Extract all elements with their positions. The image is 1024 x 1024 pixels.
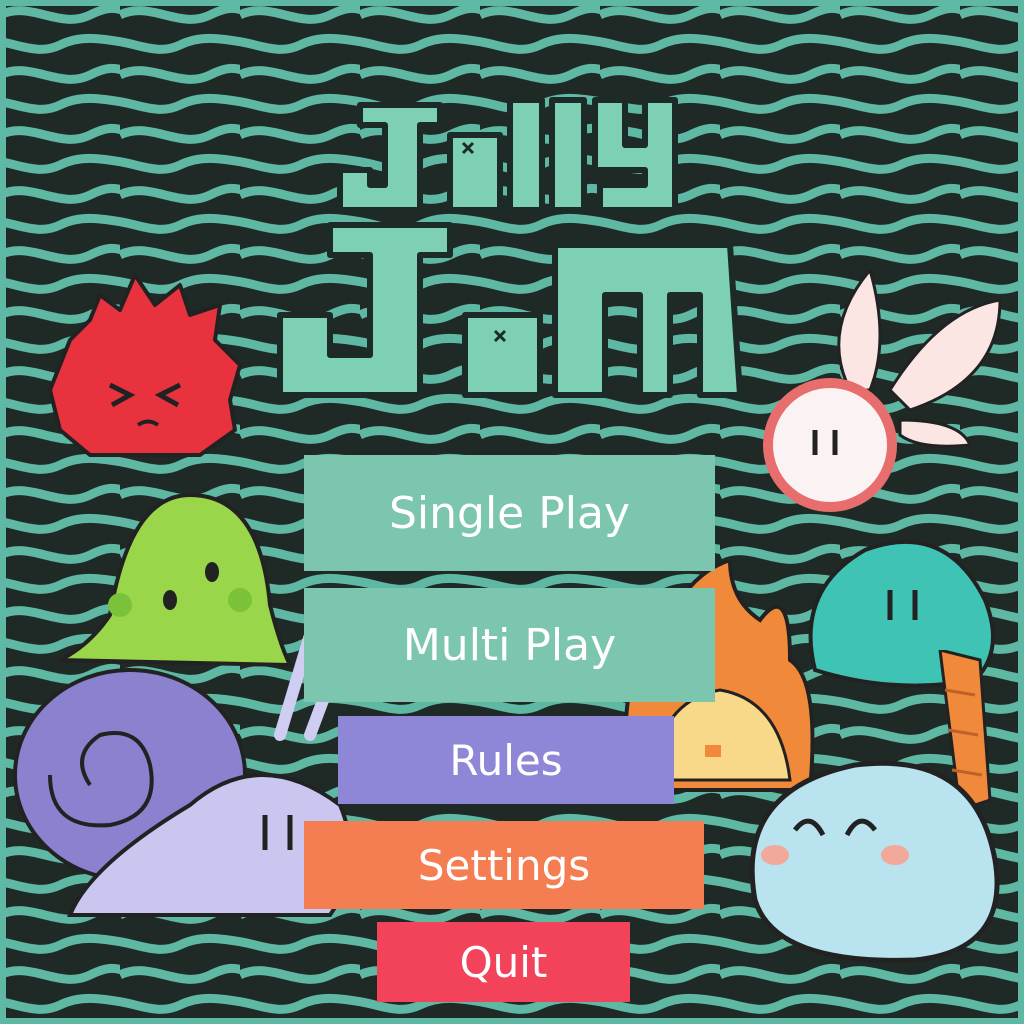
jelly-jam-logo: [277, 97, 743, 398]
settings-button[interactable]: Settings: [304, 821, 704, 909]
red-spiky-jelly-icon: [48, 273, 242, 457]
multi-play-button[interactable]: Multi Play: [304, 588, 715, 702]
single-play-button[interactable]: Single Play: [304, 455, 715, 571]
quit-button[interactable]: Quit: [377, 922, 630, 1002]
white-winged-jelly-icon: [763, 270, 1002, 512]
light-blue-happy-jelly-icon: [749, 760, 1000, 963]
rules-button[interactable]: Rules: [338, 716, 674, 804]
main-menu-screen: Single Play Multi Play Rules Settings Qu…: [0, 0, 1024, 1024]
